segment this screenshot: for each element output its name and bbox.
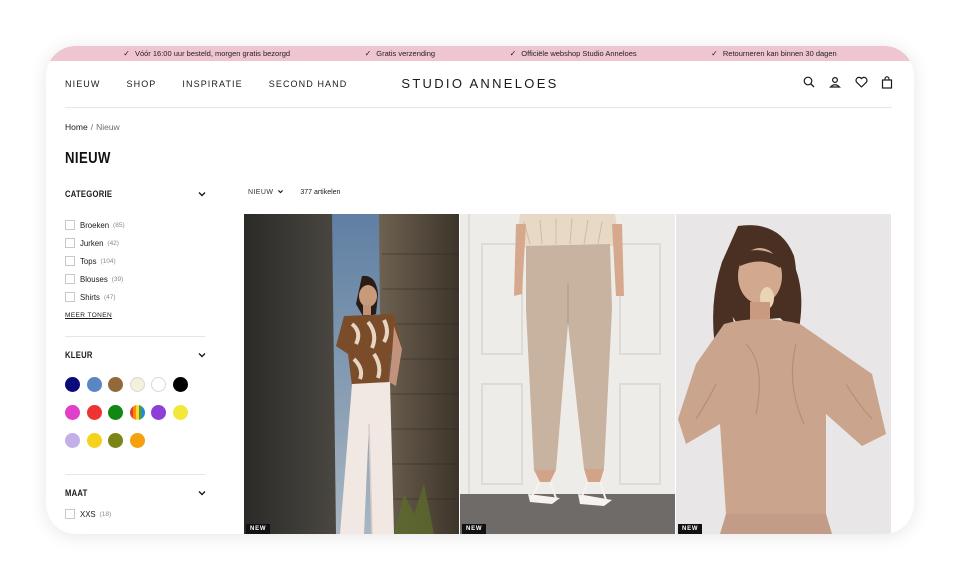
filter-sidebar: CATEGORIE Broeken (85) Jurken (42) Tops (10… <box>65 186 207 523</box>
category-list: Broeken (85) Jurken (42) Tops (104) Blouses… <box>65 216 207 306</box>
usp-item: ✓ Officiële webshop Studio Anneloes <box>509 48 637 58</box>
site-logo[interactable]: STUDIO ANNELOES <box>46 76 914 91</box>
color-swatch[interactable] <box>65 433 80 448</box>
color-swatch[interactable] <box>65 377 80 392</box>
size-list: XXS (18) <box>65 505 207 523</box>
sort-select[interactable]: NIEUW <box>248 188 284 197</box>
filter-category-title: CATEGORIE <box>65 189 113 199</box>
heart-icon[interactable] <box>854 75 868 89</box>
color-swatch[interactable] <box>65 405 80 420</box>
breadcrumb-home[interactable]: Home <box>65 122 88 132</box>
checkbox[interactable] <box>65 256 75 266</box>
breadcrumb-current: Nieuw <box>96 122 120 132</box>
filter-color-header[interactable]: KLEUR <box>65 347 207 363</box>
bag-icon[interactable] <box>880 75 894 89</box>
category-option-shirts[interactable]: Shirts (47) <box>65 288 207 306</box>
browser-frame: ✓ Vóór 16:00 uur besteld, morgen gratis b… <box>46 46 914 534</box>
check-icon: ✓ <box>711 48 718 58</box>
color-swatch[interactable] <box>86 405 102 420</box>
account-icon[interactable] <box>828 75 842 89</box>
check-icon: ✓ <box>123 48 130 58</box>
page-title: NIEUW <box>65 150 111 167</box>
category-option-broeken[interactable]: Broeken (85) <box>65 216 207 234</box>
new-badge: NEW <box>678 524 703 534</box>
filter-divider <box>65 336 205 337</box>
product-image[interactable] <box>676 214 891 534</box>
new-badge: NEW <box>462 524 487 534</box>
filter-category-header[interactable]: CATEGORIE <box>65 186 207 202</box>
color-swatch[interactable] <box>151 405 166 420</box>
usp-item: ✓ Retourneren kan binnen 30 dagen <box>711 48 837 58</box>
color-swatch[interactable] <box>151 377 166 392</box>
chevron-down-icon <box>197 488 207 498</box>
chevron-down-icon <box>277 188 284 197</box>
checkbox[interactable] <box>65 238 75 248</box>
color-swatches <box>65 377 207 448</box>
chevron-down-icon <box>197 189 207 199</box>
show-more-link[interactable]: MEER TONEN <box>65 312 207 319</box>
usp-bar: ✓ Vóór 16:00 uur besteld, morgen gratis b… <box>46 46 914 61</box>
color-swatch[interactable] <box>172 377 188 392</box>
category-option-blouses[interactable]: Blouses (39) <box>65 270 207 288</box>
color-swatch[interactable] <box>108 377 123 392</box>
product-toolbar: NIEUW 377 artikelen <box>248 188 340 197</box>
check-icon: ✓ <box>509 48 517 58</box>
product-card[interactable]: NEW <box>676 214 891 534</box>
check-icon: ✓ <box>364 48 372 58</box>
size-option-xxs[interactable]: XXS (18) <box>65 505 207 523</box>
product-card[interactable]: NEW <box>460 214 675 534</box>
checkbox[interactable] <box>65 292 75 302</box>
new-badge: NEW <box>246 524 271 534</box>
usp-item: ✓ Gratis verzending <box>364 48 436 58</box>
filter-color-title: KLEUR <box>65 350 93 360</box>
search-icon[interactable] <box>802 75 816 89</box>
color-swatch[interactable] <box>108 433 123 448</box>
product-card[interactable]: NEW <box>244 214 459 534</box>
checkbox[interactable] <box>65 274 75 284</box>
category-option-tops[interactable]: Tops (104) <box>65 252 207 270</box>
product-image[interactable] <box>460 214 675 534</box>
color-swatch[interactable] <box>108 405 123 420</box>
checkbox[interactable] <box>65 220 75 230</box>
filter-divider <box>65 474 205 475</box>
header-divider <box>65 107 892 108</box>
filter-size-title: MAAT <box>65 488 88 498</box>
usp-item: ✓ Vóór 16:00 uur besteld, morgen gratis b… <box>123 48 291 58</box>
filter-size-header[interactable]: MAAT <box>65 485 207 501</box>
breadcrumb-separator: / <box>90 122 94 132</box>
color-swatch[interactable] <box>129 377 145 392</box>
header-icons <box>802 75 894 89</box>
checkbox[interactable] <box>65 509 75 519</box>
result-count: 377 artikelen <box>300 189 341 196</box>
color-swatch[interactable] <box>86 433 102 448</box>
category-option-jurken[interactable]: Jurken (42) <box>65 234 207 252</box>
product-image[interactable] <box>244 214 459 534</box>
color-swatch[interactable] <box>129 433 145 448</box>
chevron-down-icon <box>197 350 207 360</box>
color-swatch[interactable] <box>129 405 145 420</box>
product-grid: NEW NEW NEW <box>244 214 891 534</box>
breadcrumb: Home / Nieuw <box>65 122 120 132</box>
site-header: NIEUW SHOP INSPIRATIE SECOND HAND STUDIO… <box>46 61 914 108</box>
color-swatch[interactable] <box>86 377 102 392</box>
color-swatch[interactable] <box>172 405 188 420</box>
